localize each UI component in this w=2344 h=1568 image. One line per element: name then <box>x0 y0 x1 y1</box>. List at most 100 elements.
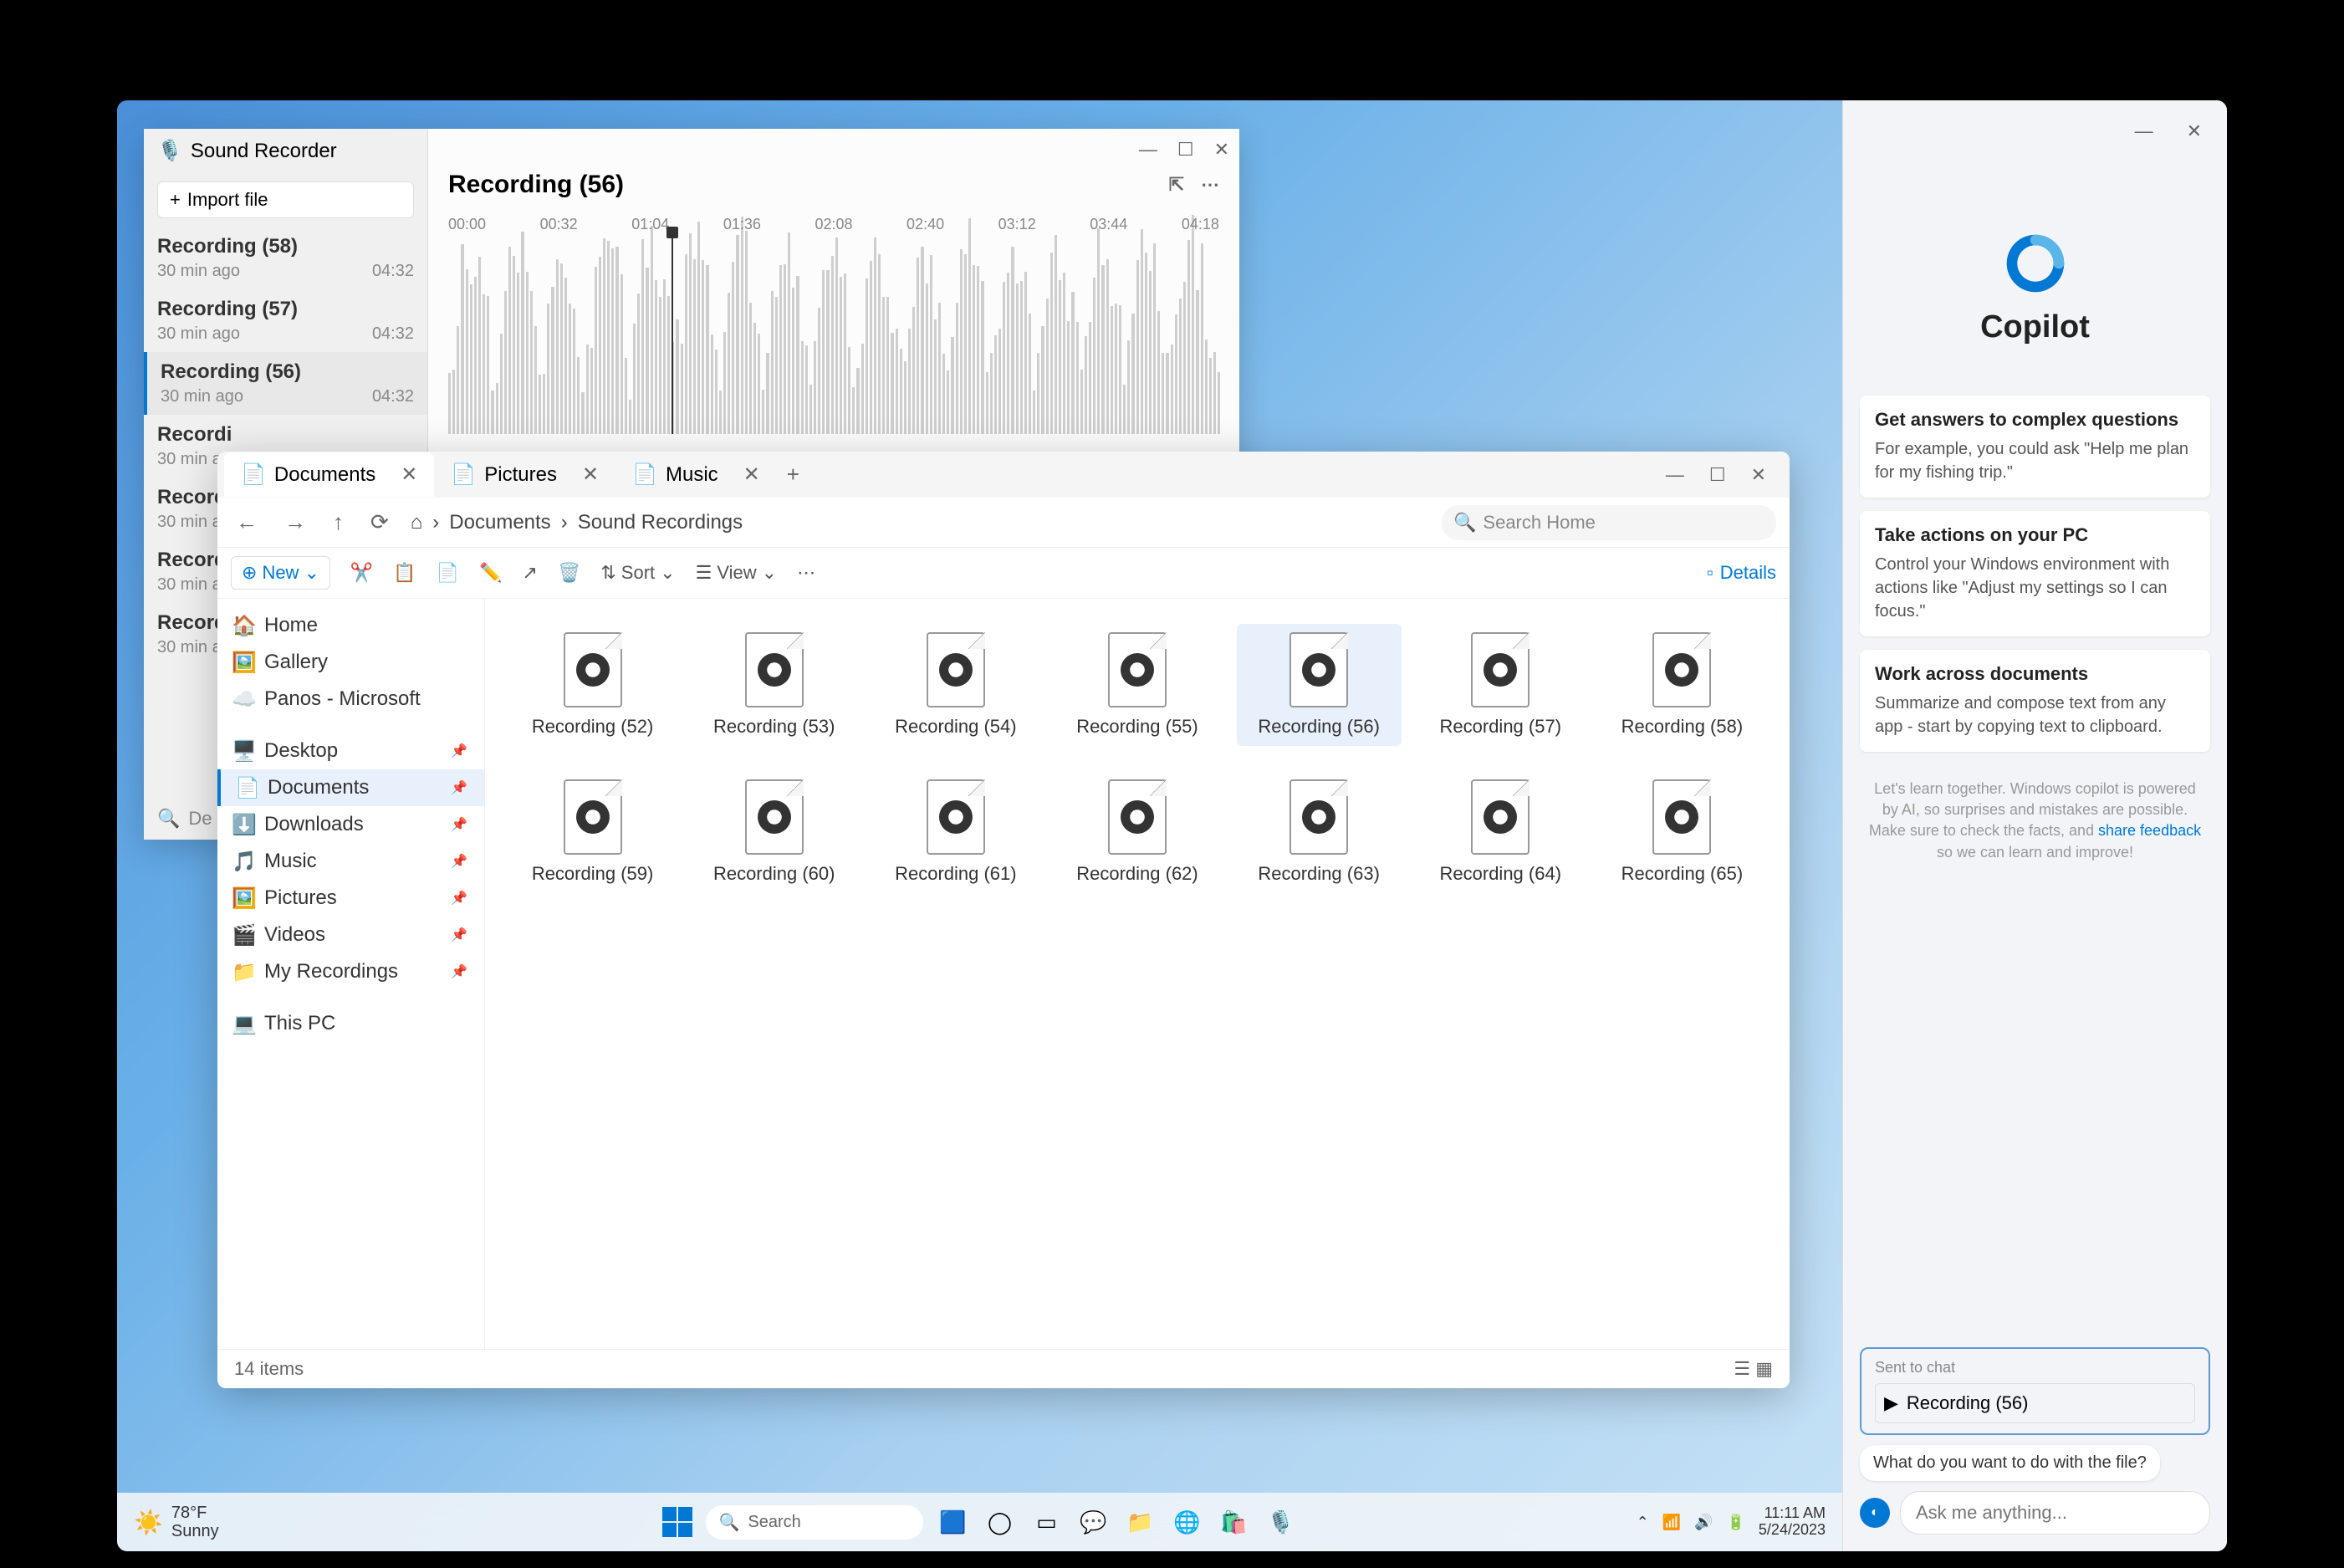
file-item[interactable]: Recording (55) <box>1055 624 1219 746</box>
minimize-button[interactable]: — <box>1666 464 1684 486</box>
pin-icon[interactable]: 📌 <box>451 743 467 759</box>
minimize-button[interactable]: — <box>1139 139 1157 161</box>
tab-close-icon[interactable]: ✕ <box>743 462 760 487</box>
search-icon: 🔍 <box>719 1512 740 1533</box>
explorer-tab[interactable]: 📄Pictures✕ <box>434 452 615 497</box>
recording-item-title: Recordi <box>157 423 414 447</box>
file-item[interactable]: Recording (64) <box>1418 771 1583 893</box>
maximize-button[interactable]: ☐ <box>1177 139 1194 161</box>
sidebar-item-my-recordings[interactable]: 📁My Recordings📌 <box>217 953 484 990</box>
taskbar-app-chat[interactable]: 💬 <box>1077 1505 1111 1539</box>
explorer-tab[interactable]: 📄Music✕ <box>615 452 777 497</box>
taskbar-app-taskview[interactable]: ▭ <box>1030 1505 1064 1539</box>
close-button[interactable]: ✕ <box>1751 464 1766 486</box>
import-file-button[interactable]: + Import file <box>157 181 414 218</box>
close-button[interactable]: ✕ <box>1214 139 1229 161</box>
volume-icon[interactable]: 🔊 <box>1694 1514 1713 1531</box>
refresh-button[interactable]: ⟳ <box>365 504 394 540</box>
details-button[interactable]: ▫ Details <box>1707 562 1776 584</box>
sidebar-item-desktop[interactable]: 🖥️Desktop📌 <box>217 733 484 769</box>
taskbar-app-copilot[interactable]: ◯ <box>983 1505 1017 1539</box>
taskbar-app-store[interactable]: 🛍️ <box>1218 1505 1251 1539</box>
file-item[interactable]: Recording (63) <box>1237 771 1402 893</box>
sent-file-chip[interactable]: ▶ Recording (56) <box>1875 1383 2195 1423</box>
view-button[interactable]: ☰ View ⌄ <box>696 562 777 584</box>
sidebar-item-videos[interactable]: 🎬Videos📌 <box>217 917 484 953</box>
file-item[interactable]: Recording (52) <box>510 624 675 746</box>
close-button[interactable]: ✕ <box>2187 120 2202 142</box>
copilot-suggestion-card[interactable]: Work across documentsSummarize and compo… <box>1860 650 2210 752</box>
explorer-search[interactable]: 🔍 Search Home <box>1442 505 1776 540</box>
sound-recorder-title-bar: 🎙️ Sound Recorder <box>144 129 427 173</box>
sidebar-item-panos---microsoft[interactable]: ☁️Panos - Microsoft <box>217 681 484 718</box>
back-button[interactable]: ← <box>231 504 263 540</box>
share-feedback-link[interactable]: share feedback <box>2098 822 2201 839</box>
taskbar-app-explorer[interactable]: 📁 <box>1124 1505 1157 1539</box>
view-toggle-icons[interactable]: ☰ ▦ <box>1734 1358 1773 1380</box>
file-item[interactable]: Recording (56) <box>1237 624 1402 746</box>
battery-icon[interactable]: 🔋 <box>1727 1514 1745 1531</box>
chevron-up-icon[interactable]: ⌃ <box>1637 1514 1649 1531</box>
file-item[interactable]: Recording (58) <box>1600 624 1764 746</box>
waveform-display[interactable] <box>448 250 1219 434</box>
maximize-button[interactable]: ☐ <box>1709 464 1726 486</box>
paste-button[interactable]: 📄 <box>437 562 459 584</box>
tab-close-icon[interactable]: ✕ <box>401 462 417 487</box>
cut-button[interactable]: ✂️ <box>350 562 373 584</box>
taskbar-center: 🔍 Search 🟦 ◯ ▭ 💬 📁 🌐 🛍️ 🎙️ <box>662 1505 1298 1540</box>
breadcrumb[interactable]: ⌂ › Documents › Sound Recordings <box>411 511 1425 534</box>
sidebar-item-pictures[interactable]: 🖼️Pictures📌 <box>217 880 484 917</box>
copilot-suggestion-card[interactable]: Get answers to complex questionsFor exam… <box>1860 396 2210 498</box>
file-item[interactable]: Recording (61) <box>873 771 1038 893</box>
pin-icon[interactable]: 📌 <box>451 927 467 943</box>
copilot-logo-section: Copilot <box>1860 167 2210 396</box>
new-button[interactable]: ⊕ New ⌄ <box>231 556 330 590</box>
pin-icon[interactable]: 📌 <box>451 890 467 907</box>
file-item[interactable]: Recording (60) <box>692 771 856 893</box>
tab-close-icon[interactable]: ✕ <box>582 462 599 487</box>
delete-button[interactable]: 🗑️ <box>558 562 580 584</box>
file-item[interactable]: Recording (53) <box>692 624 856 746</box>
copilot-input[interactable] <box>1900 1491 2210 1535</box>
sidebar-item-downloads[interactable]: ⬇️Downloads📌 <box>217 806 484 843</box>
file-item[interactable]: Recording (65) <box>1600 771 1764 893</box>
file-item[interactable]: Recording (57) <box>1418 624 1583 746</box>
file-item[interactable]: Recording (54) <box>873 624 1038 746</box>
share-button[interactable]: ↗ <box>523 562 538 584</box>
recording-list-item[interactable]: Recording (56) 30 min ago04:32 <box>144 352 427 415</box>
forward-button[interactable]: → <box>279 504 311 540</box>
pin-icon[interactable]: 📌 <box>451 853 467 870</box>
rename-button[interactable]: ✏️ <box>479 562 502 584</box>
copilot-suggestion-card[interactable]: Take actions on your PCControl your Wind… <box>1860 511 2210 636</box>
copy-button[interactable]: 📋 <box>393 562 416 584</box>
taskbar-app-sound-recorder[interactable]: 🎙️ <box>1264 1505 1298 1539</box>
file-item[interactable]: Recording (59) <box>510 771 675 893</box>
explorer-tab[interactable]: 📄Documents✕ <box>224 452 434 497</box>
taskbar-app-widgets[interactable]: 🟦 <box>937 1505 970 1539</box>
sidebar-item-music[interactable]: 🎵Music📌 <box>217 843 484 880</box>
up-button[interactable]: ↑ <box>328 504 349 540</box>
recording-list-item[interactable]: Recording (57) 30 min ago04:32 <box>144 289 427 352</box>
start-button[interactable] <box>662 1507 692 1537</box>
pin-icon[interactable]: 📌 <box>451 963 467 980</box>
new-tab-button[interactable]: + <box>777 452 809 498</box>
weather-widget[interactable]: ☀️ 78°F Sunny <box>134 1504 219 1540</box>
recording-list-item[interactable]: Recording (58) 30 min ago04:32 <box>144 227 427 289</box>
sidebar-item-this-pc[interactable]: 💻This PC <box>217 1005 484 1042</box>
taskbar-search[interactable]: 🔍 Search <box>706 1505 923 1540</box>
file-item[interactable]: Recording (62) <box>1055 771 1219 893</box>
sidebar-item-home[interactable]: 🏠Home <box>217 607 484 644</box>
clock[interactable]: 11:11 AM 5/24/2023 <box>1759 1505 1826 1539</box>
more-button[interactable]: ⋯ <box>797 562 815 584</box>
sidebar-item-gallery[interactable]: 🖼️Gallery <box>217 644 484 681</box>
share-icon[interactable]: ⇱ <box>1169 174 1184 196</box>
more-icon[interactable]: ⋯ <box>1201 174 1219 196</box>
taskbar-app-edge[interactable]: 🌐 <box>1171 1505 1204 1539</box>
playhead-marker[interactable] <box>672 233 673 434</box>
sidebar-item-documents[interactable]: 📄Documents📌 <box>217 769 484 806</box>
pin-icon[interactable]: 📌 <box>451 779 467 796</box>
wifi-icon[interactable]: 📶 <box>1662 1514 1681 1531</box>
sort-button[interactable]: ⇅ Sort ⌄ <box>600 562 675 584</box>
pin-icon[interactable]: 📌 <box>451 816 467 833</box>
minimize-button[interactable]: — <box>2135 120 2153 142</box>
